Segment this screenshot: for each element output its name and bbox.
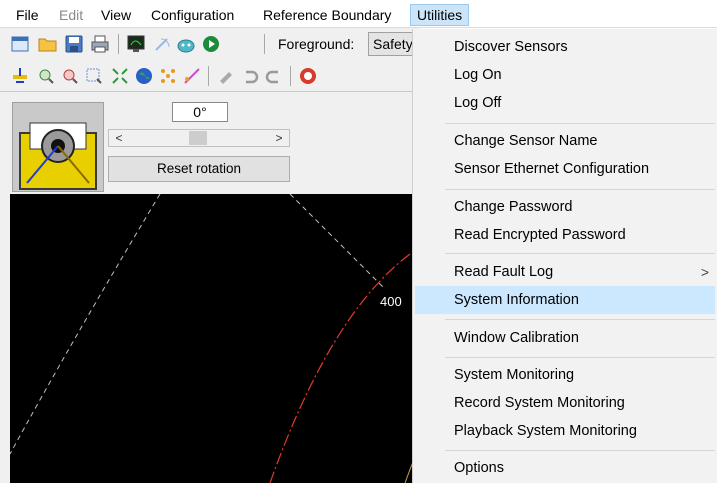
menu-edit[interactable]: Edit bbox=[53, 5, 89, 25]
zoom-in-icon[interactable] bbox=[36, 66, 56, 86]
grid-points-icon[interactable] bbox=[158, 66, 178, 86]
foreground-label: Foreground: bbox=[278, 36, 355, 52]
draw-line-icon[interactable] bbox=[182, 66, 202, 86]
scroll-left-arrow-icon[interactable]: < bbox=[111, 130, 127, 146]
menu-item-system-monitoring[interactable]: System Monitoring bbox=[415, 361, 715, 389]
menu-separator bbox=[445, 357, 715, 358]
scroll-thumb[interactable] bbox=[189, 131, 207, 145]
alarm-icon[interactable] bbox=[298, 66, 318, 86]
save-icon[interactable] bbox=[64, 34, 84, 54]
menu-item-sensor-ethernet-configuration[interactable]: Sensor Ethernet Configuration bbox=[415, 155, 715, 183]
menu-bar: File Edit View Configuration Reference B… bbox=[0, 0, 717, 28]
menu-separator bbox=[445, 253, 715, 254]
sensor-field-canvas[interactable]: 400 bbox=[10, 194, 420, 483]
menu-item-change-sensor-name[interactable]: Change Sensor Name bbox=[415, 127, 715, 155]
sensor-connect-icon[interactable] bbox=[176, 34, 196, 54]
menu-item-discover-sensors[interactable]: Discover Sensors bbox=[415, 33, 715, 61]
menu-separator bbox=[445, 189, 715, 190]
menu-separator bbox=[445, 450, 715, 451]
menu-view[interactable]: View bbox=[95, 5, 137, 25]
fit-view-icon[interactable] bbox=[110, 66, 130, 86]
menu-item-change-password[interactable]: Change Password bbox=[415, 193, 715, 221]
menu-item-read-encrypted-password[interactable]: Read Encrypted Password bbox=[415, 221, 715, 249]
menu-separator bbox=[445, 123, 715, 124]
boundary-plot bbox=[10, 194, 420, 483]
rotation-scrollbar[interactable]: < > bbox=[108, 129, 290, 147]
zoom-out-icon[interactable] bbox=[60, 66, 80, 86]
play-icon[interactable] bbox=[201, 34, 221, 54]
rotation-angle-field[interactable]: 0° bbox=[172, 102, 228, 122]
menu-item-read-fault-log[interactable]: Read Fault Log > bbox=[415, 258, 715, 286]
sensor-orientation-thumbnail bbox=[12, 102, 104, 192]
toolbar-separator bbox=[208, 66, 209, 86]
menu-item-record-system-monitoring[interactable]: Record System Monitoring bbox=[415, 389, 715, 417]
pointer-tool-icon[interactable] bbox=[10, 66, 30, 86]
main-toolbar: Foreground: Safety bbox=[0, 28, 428, 60]
range-label: 400 bbox=[380, 294, 402, 309]
toolbar-separator bbox=[290, 66, 291, 86]
rotation-panel: 0° < > Reset rotation bbox=[0, 92, 420, 194]
panel-edge bbox=[0, 194, 10, 483]
menu-separator bbox=[445, 319, 715, 320]
utilities-menu: Discover Sensors Log On Log Off Change S… bbox=[412, 29, 717, 483]
menu-file[interactable]: File bbox=[10, 5, 45, 25]
globe-icon[interactable] bbox=[134, 66, 154, 86]
menu-utilities[interactable]: Utilities bbox=[410, 4, 470, 26]
menu-configuration[interactable]: Configuration bbox=[145, 5, 240, 25]
redo-icon[interactable] bbox=[264, 66, 284, 86]
edit-toolbar bbox=[0, 60, 420, 92]
scroll-right-arrow-icon[interactable]: > bbox=[271, 130, 287, 146]
menu-item-window-calibration[interactable]: Window Calibration bbox=[415, 324, 715, 352]
zoom-box-icon[interactable] bbox=[84, 66, 104, 86]
reset-rotation-button[interactable]: Reset rotation bbox=[108, 156, 290, 182]
menu-reference-boundary[interactable]: Reference Boundary bbox=[257, 5, 397, 25]
menu-item-log-off[interactable]: Log Off bbox=[415, 89, 715, 117]
monitor-icon[interactable] bbox=[126, 34, 146, 54]
print-icon[interactable] bbox=[90, 34, 110, 54]
menu-item-playback-system-monitoring[interactable]: Playback System Monitoring bbox=[415, 417, 715, 445]
toolbar-separator bbox=[264, 34, 265, 54]
menu-item-options[interactable]: Options bbox=[415, 454, 715, 482]
wireless-icon[interactable] bbox=[152, 34, 172, 54]
menu-item-label: Read Fault Log bbox=[454, 264, 554, 280]
submenu-arrow-icon: > bbox=[700, 264, 709, 280]
new-window-icon[interactable] bbox=[10, 34, 30, 54]
open-folder-icon[interactable] bbox=[38, 34, 58, 54]
edit-disabled-icon[interactable] bbox=[216, 66, 236, 86]
menu-item-system-information[interactable]: System Information bbox=[415, 286, 715, 314]
menu-item-log-on[interactable]: Log On bbox=[415, 61, 715, 89]
undo-icon[interactable] bbox=[240, 66, 260, 86]
toolbar-separator bbox=[118, 34, 119, 54]
